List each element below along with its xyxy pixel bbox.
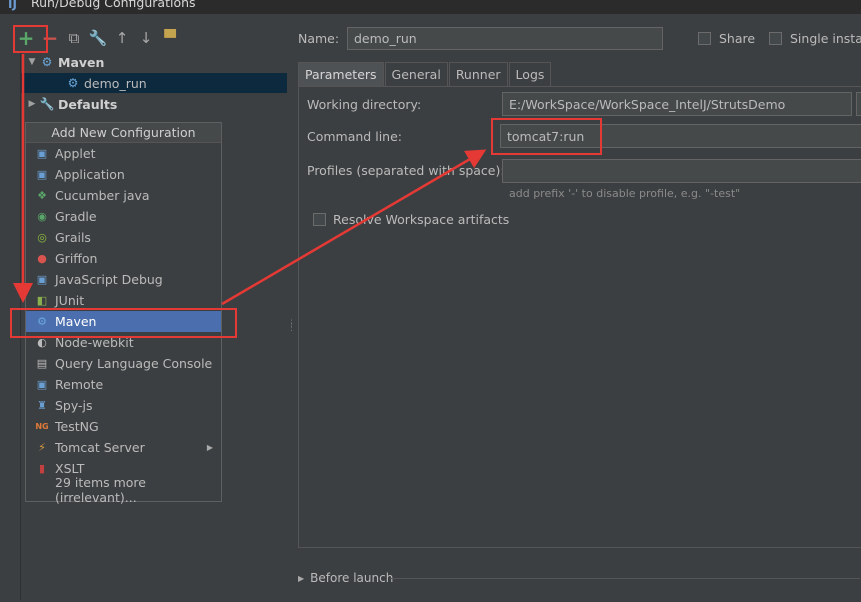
annotation-arrow-to-command [221,149,487,306]
annotation-arrows [13,54,487,306]
